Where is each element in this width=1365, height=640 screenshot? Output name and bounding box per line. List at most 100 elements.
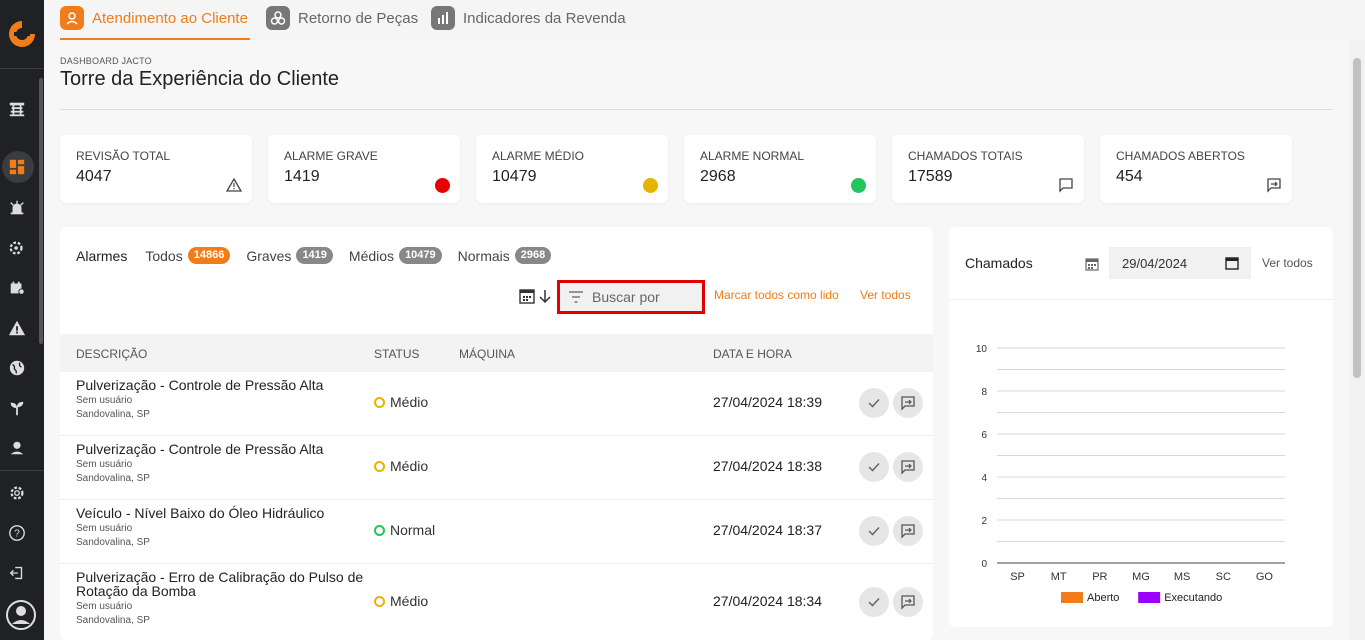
x-tick-label: SP <box>1010 571 1025 583</box>
see-all-alarms-link[interactable]: Ver todos <box>860 288 911 302</box>
calendar-alert-icon[interactable] <box>6 277 28 299</box>
stat-card-chamados-totais[interactable]: CHAMADOS TOTAIS 17589 <box>892 135 1084 203</box>
status-ring-icon <box>374 595 385 607</box>
filter-label: Graves <box>246 247 292 264</box>
logout-icon[interactable] <box>6 562 28 584</box>
legend-label: Aberto <box>1087 592 1119 604</box>
alarm-location: Sandovalina, SP <box>76 473 150 484</box>
tab-retorno-de-pecas[interactable]: Retorno de Peças <box>266 6 418 40</box>
y-tick-label: 6 <box>981 430 987 441</box>
status-text: Normal <box>390 522 436 538</box>
open-ticket-button[interactable] <box>893 587 923 617</box>
bar-chart-icon <box>431 6 455 30</box>
svg-text:?: ? <box>14 529 20 540</box>
parts-icon <box>266 6 290 30</box>
warning-icon <box>226 177 242 193</box>
top-tab-bar: Atendimento ao Cliente Retorno de Peças … <box>44 0 1365 40</box>
acknowledge-button[interactable] <box>859 452 889 482</box>
column-header: DESCRIÇÃO <box>76 347 148 361</box>
alarm-user: Sem usuário <box>76 395 133 406</box>
stat-value: 1419 <box>284 168 320 185</box>
acknowledge-button[interactable] <box>859 516 889 546</box>
forward-message-icon <box>901 595 915 610</box>
tower-icon[interactable] <box>6 98 28 120</box>
sidebar-scrollbar[interactable] <box>39 78 43 344</box>
alarm-icon[interactable] <box>6 197 28 219</box>
alarm-title: Veículo - Nível Baixo do Óleo Hidráulico <box>76 505 325 521</box>
page-scrollbar[interactable] <box>1349 40 1365 640</box>
alarm-user: Sem usuário <box>76 601 133 612</box>
calendar-picker-icon[interactable] <box>1225 256 1239 270</box>
location-user-icon[interactable] <box>6 437 28 459</box>
alarm-location: Sandovalina, SP <box>76 409 150 420</box>
tab-label: Indicadores da Revenda <box>463 10 626 27</box>
date-value: 29/04/2024 <box>1122 255 1188 271</box>
table-row[interactable]: Veículo - Nível Baixo do Óleo Hidráulico… <box>60 500 933 564</box>
dashboard-icon[interactable] <box>6 156 28 178</box>
filter-graves[interactable]: Graves 1419 <box>246 247 333 264</box>
open-ticket-button[interactable] <box>893 516 923 546</box>
stat-label: ALARME GRAVE <box>284 149 378 163</box>
globe-icon[interactable] <box>6 357 28 379</box>
status-badge: Médio <box>374 458 428 474</box>
breadcrumb: DASHBOARD JACTO <box>60 56 152 66</box>
plant-icon[interactable] <box>6 397 28 419</box>
severity-dot-red <box>434 177 450 193</box>
tab-label: Atendimento ao Cliente <box>92 10 248 27</box>
status-ring-icon <box>374 524 385 536</box>
tab-label: Retorno de Peças <box>298 10 419 27</box>
search-field-highlight <box>557 280 705 314</box>
stat-card-alarme-medio[interactable]: ALARME MÉDIO 10479 <box>476 135 668 203</box>
alarms-title: Alarmes <box>76 247 128 264</box>
stat-card-alarme-normal[interactable]: ALARME NORMAL 2968 <box>684 135 876 203</box>
column-header: MÁQUINA <box>459 347 516 361</box>
alarm-user: Sem usuário <box>76 459 133 470</box>
acknowledge-button[interactable] <box>859 587 889 617</box>
stat-card-alarme-grave[interactable]: ALARME GRAVE 1419 <box>268 135 460 203</box>
filter-todos[interactable]: Todos 14866 <box>145 247 231 264</box>
status-text: Médio <box>390 593 429 609</box>
stat-label: REVISÃO TOTAL <box>76 149 171 163</box>
filter-medios[interactable]: Médios 10479 <box>349 247 442 264</box>
acknowledge-button[interactable] <box>859 388 889 418</box>
search-input[interactable] <box>592 287 696 307</box>
mark-all-read-link[interactable]: Marcar todos como lido <box>714 288 839 302</box>
open-ticket-button[interactable] <box>893 452 923 482</box>
stat-value: 454 <box>1116 168 1143 185</box>
tab-atendimento-ao-cliente[interactable]: Atendimento ao Cliente <box>60 6 250 40</box>
severity-dot-green <box>850 177 866 193</box>
calendar-icon[interactable] <box>1085 257 1099 271</box>
x-tick-label: SC <box>1216 571 1231 583</box>
check-icon <box>868 462 880 472</box>
see-all-chamados-link[interactable]: Ver todos <box>1262 256 1313 270</box>
filter-normais[interactable]: Normais 2968 <box>458 247 552 264</box>
stat-value: 2968 <box>700 168 736 185</box>
help-icon[interactable]: ? <box>6 522 28 544</box>
stat-card-chamados-abertos[interactable]: CHAMADOS ABERTOS 454 <box>1100 135 1292 203</box>
alarm-title: Pulverização - Controle de Pressão Alta <box>76 441 324 457</box>
stat-value: 10479 <box>492 168 537 185</box>
table-row[interactable]: Pulverização - Controle de Pressão Alta … <box>60 436 933 500</box>
chamados-title: Chamados <box>965 255 1033 271</box>
status-text: Médio <box>390 458 429 474</box>
stat-card-revisao-total[interactable]: REVISÃO TOTAL 4047 <box>60 135 252 203</box>
calendar-sort-icon <box>519 289 551 304</box>
table-row[interactable]: Pulverização - Controle de Pressão Alta … <box>60 372 933 436</box>
date-sort-button[interactable] <box>519 286 555 306</box>
open-ticket-button[interactable] <box>893 388 923 418</box>
avatar[interactable] <box>5 599 37 631</box>
table-row[interactable]: Pulverização - Erro de Calibração do Pul… <box>60 564 933 640</box>
y-tick-label: 8 <box>981 387 987 398</box>
gear-icon[interactable] <box>6 482 28 504</box>
alarm-title: Pulverização - Controle de Pressão Alta <box>76 377 324 393</box>
settings-alert-icon[interactable] <box>6 237 28 259</box>
table-header: DESCRIÇÃO STATUS MÁQUINA DATA E HORA <box>60 334 933 372</box>
jacto-logo-icon[interactable] <box>6 18 38 50</box>
status-badge: Médio <box>374 593 428 609</box>
chamados-bar-chart: 0 2 4 6 8 10 SP MT PR MG MS SC GO Aberto Executando <box>976 344 1285 604</box>
stat-label: ALARME MÉDIO <box>492 149 585 163</box>
date-input[interactable]: 29/04/2024 <box>1109 247 1251 279</box>
tab-indicadores-da-revenda[interactable]: Indicadores da Revenda <box>431 6 626 40</box>
warning-icon[interactable] <box>6 317 28 339</box>
count-badge: 10479 <box>399 247 442 264</box>
